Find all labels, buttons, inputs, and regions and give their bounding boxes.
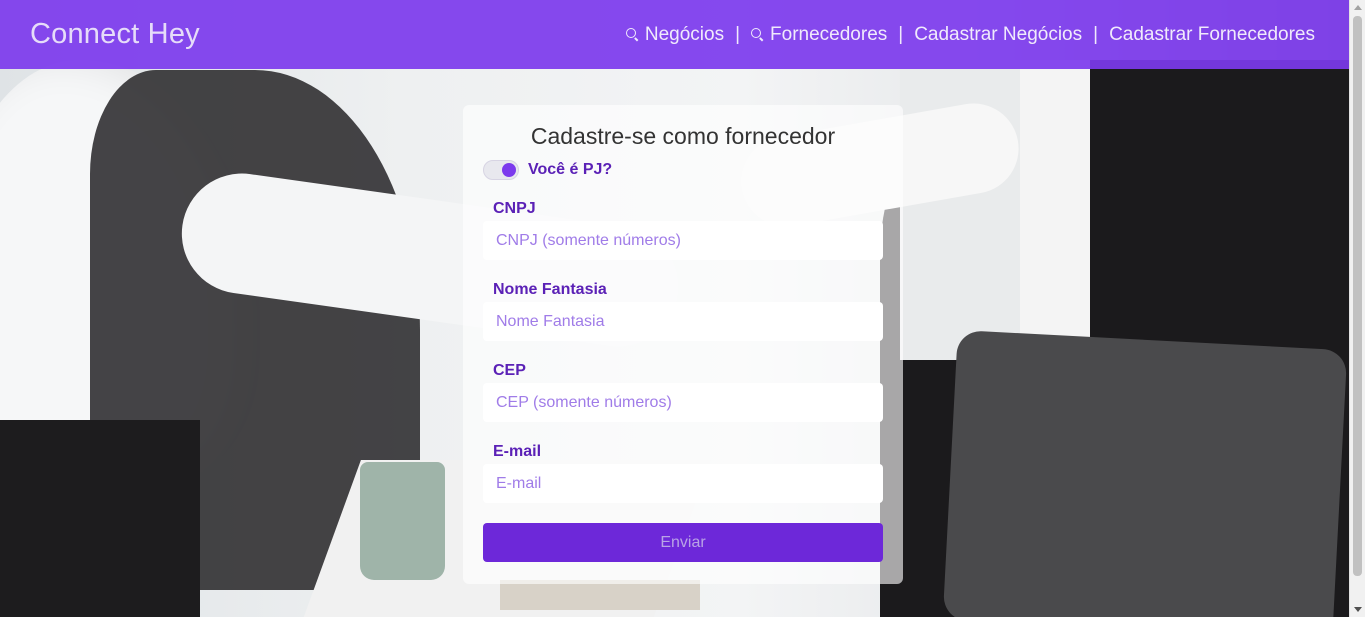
scroll-up-icon[interactable] [1354, 5, 1362, 10]
cep-label: CEP [493, 362, 526, 379]
vertical-scrollbar[interactable] [1349, 0, 1365, 617]
cep-input[interactable] [483, 383, 883, 422]
pj-toggle-row: Você é PJ? [483, 160, 883, 180]
nav-separator: | [1093, 23, 1099, 45]
email-label: E-mail [493, 443, 542, 460]
submit-button[interactable]: Enviar [483, 523, 883, 562]
top-navbar: Connect Hey Negócios | Fornecedores | Ca… [0, 0, 1349, 69]
nav-separator: | [735, 23, 741, 45]
scrollbar-thumb[interactable] [1353, 16, 1362, 576]
nav-cadastrar-fornecedores[interactable]: Cadastrar Fornecedores [1109, 24, 1315, 46]
nome-fantasia-input[interactable] [483, 302, 883, 341]
nav-fornecedores[interactable]: Fornecedores [751, 24, 887, 46]
scroll-down-icon[interactable] [1354, 607, 1362, 612]
toggle-knob [502, 163, 516, 177]
email-field-group: E-mail [483, 443, 883, 503]
nav-fornecedores-label: Fornecedores [770, 23, 888, 45]
cnpj-field-group: CNPJ [483, 200, 883, 260]
pj-toggle-switch[interactable] [483, 160, 519, 180]
search-icon [625, 28, 639, 41]
cnpj-label: CNPJ [493, 200, 536, 217]
nav-cadastrar-negocios[interactable]: Cadastrar Negócios [914, 24, 1082, 46]
supplier-signup-form: Cadastre-se como fornecedor Você é PJ? C… [463, 105, 903, 584]
main-nav: Negócios | Fornecedores | Cadastrar Negó… [625, 23, 1315, 46]
email-input[interactable] [483, 464, 883, 503]
form-title: Cadastre-se como fornecedor [530, 123, 836, 149]
cnpj-input[interactable] [483, 221, 883, 260]
nav-negocios-label: Negócios [644, 23, 725, 45]
brand-logo[interactable]: Connect Hey [30, 18, 200, 51]
cep-field-group: CEP [483, 362, 883, 422]
pj-toggle-label: Você é PJ? [528, 161, 613, 178]
nome-fantasia-field-group: Nome Fantasia [483, 281, 883, 341]
search-icon [751, 28, 764, 41]
nome-fantasia-label: Nome Fantasia [493, 281, 607, 298]
nav-negocios[interactable]: Negócios [625, 23, 725, 46]
nav-separator: | [898, 23, 904, 45]
